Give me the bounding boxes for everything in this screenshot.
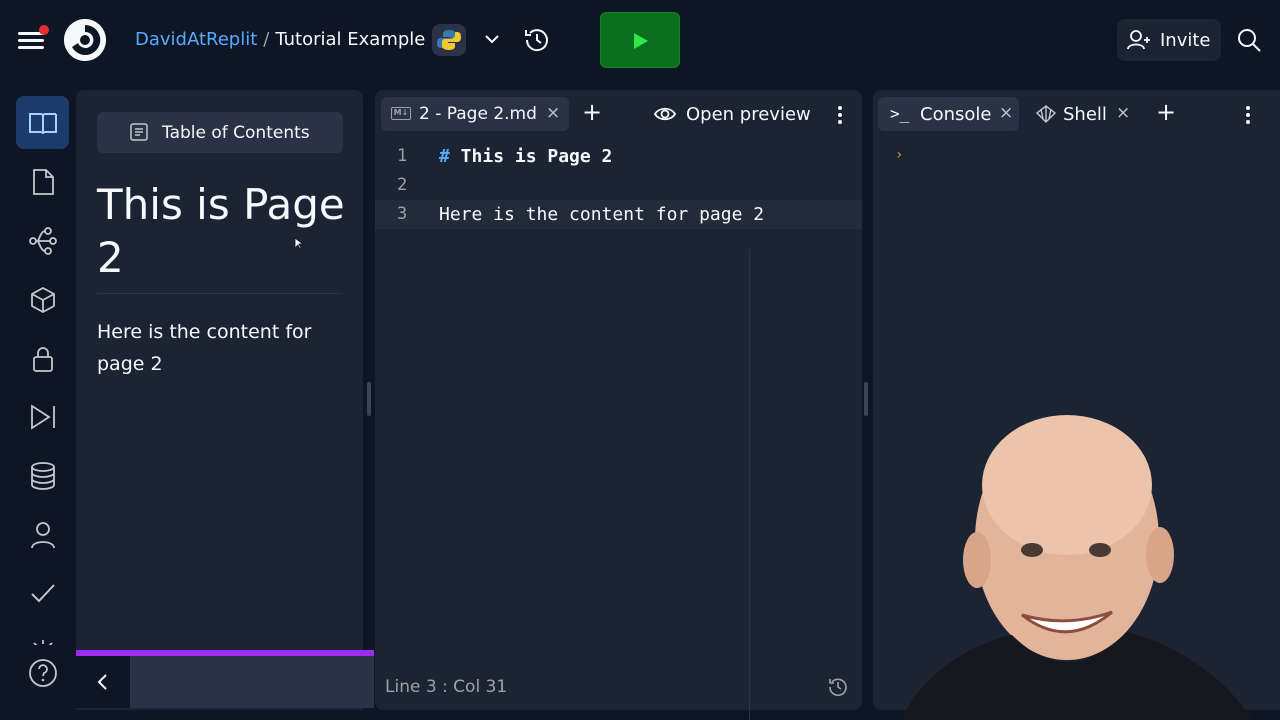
menu-icon[interactable] xyxy=(18,25,49,52)
sidebar-item-help[interactable] xyxy=(16,646,69,699)
debugger-icon xyxy=(31,404,55,430)
sidebar-item-database[interactable] xyxy=(16,449,69,502)
invite-button[interactable]: Invite xyxy=(1117,19,1221,61)
doc-paragraph: Here is the content for page 2 xyxy=(97,321,312,375)
line-number: 3 xyxy=(397,204,408,224)
sidebar-item-debugger[interactable] xyxy=(16,390,69,443)
line-text: This is Page 2 xyxy=(449,146,613,167)
shell-icon xyxy=(1036,105,1056,123)
code-line: 1 # This is Page 2 xyxy=(375,142,862,171)
close-tab-icon[interactable]: × xyxy=(546,103,560,123)
add-user-icon xyxy=(1127,30,1150,50)
heading-marker: # xyxy=(439,146,450,167)
lock-icon xyxy=(33,347,53,372)
invite-label: Invite xyxy=(1160,30,1211,51)
history-icon[interactable] xyxy=(827,676,849,702)
history-icon[interactable] xyxy=(522,25,552,55)
sidebar-item-docs[interactable] xyxy=(16,96,69,149)
code-line: 2 xyxy=(375,171,862,200)
shell-tab-label: Shell xyxy=(1063,104,1107,125)
editor-panel: M↓ 2 - Page 2.md × + Open preview 1 # Th… xyxy=(375,90,862,720)
sidebar-item-checks[interactable] xyxy=(16,566,69,619)
eye-icon xyxy=(654,107,676,121)
new-tab-button[interactable]: + xyxy=(1156,100,1176,124)
sidebar-item-git[interactable] xyxy=(16,214,69,267)
line-number: 1 xyxy=(397,146,408,166)
editor-more-icon[interactable] xyxy=(838,106,842,124)
run-button[interactable] xyxy=(600,12,680,68)
divider xyxy=(97,293,342,294)
breadcrumb-separator: / xyxy=(263,29,270,50)
docs-panel: Table of Contents This is Page 2 Here is… xyxy=(76,90,363,710)
collapse-button[interactable] xyxy=(76,656,130,708)
toc-label: Table of Contents xyxy=(162,123,310,143)
markdown-icon: M↓ xyxy=(391,107,411,120)
breadcrumb: DavidAtReplit / Tutorial Example xyxy=(135,29,425,50)
sidebar-item-packages[interactable] xyxy=(16,273,69,326)
close-tab-icon[interactable]: × xyxy=(1116,103,1130,123)
play-icon xyxy=(634,33,648,49)
doc-heading: This is Page 2 xyxy=(97,180,345,282)
code-line-active: 3 Here is the content for page 2 xyxy=(375,200,862,229)
help-icon xyxy=(29,659,57,687)
breadcrumb-user[interactable]: DavidAtReplit xyxy=(135,29,257,50)
sidebar-item-secrets[interactable] xyxy=(16,332,69,385)
new-tab-button[interactable]: + xyxy=(582,100,602,124)
editor-tab-bar: M↓ 2 - Page 2.md × + Open preview xyxy=(375,90,862,138)
database-icon xyxy=(31,462,55,490)
icon-sidebar xyxy=(0,90,76,720)
tab-page-2-md[interactable]: M↓ 2 - Page 2.md × xyxy=(381,97,569,131)
breadcrumb-repl-name[interactable]: Tutorial Example xyxy=(275,29,425,50)
git-icon xyxy=(29,227,57,255)
sidebar-item-files[interactable] xyxy=(16,155,69,208)
chevron-down-icon[interactable] xyxy=(482,28,502,50)
mouse-cursor-icon xyxy=(294,236,305,255)
tab-label: 2 - Page 2.md xyxy=(419,104,537,124)
line-text: Here is the content for page 2 xyxy=(439,204,765,225)
console-prompt: › xyxy=(895,147,904,163)
notification-dot xyxy=(39,25,49,35)
chevron-left-icon xyxy=(97,674,107,690)
terminal-icon: >_ xyxy=(890,104,910,123)
docs-icon xyxy=(29,113,57,135)
checkmark-icon xyxy=(31,584,55,603)
close-tab-icon[interactable]: × xyxy=(999,103,1013,123)
presenter-webcam xyxy=(862,400,1280,720)
line-number: 2 xyxy=(397,175,408,195)
console-tab-label: Console xyxy=(920,104,992,125)
docs-footer xyxy=(76,656,374,708)
cursor-position-status: Line 3 : Col 31 xyxy=(385,677,508,697)
settings-icon xyxy=(33,640,53,645)
indent-guide xyxy=(749,250,750,720)
footer-area xyxy=(130,656,374,708)
console-more-icon[interactable] xyxy=(1246,106,1250,124)
list-icon xyxy=(130,123,148,141)
sidebar-item-user[interactable] xyxy=(16,508,69,561)
packages-icon xyxy=(31,286,55,314)
code-area[interactable]: 1 # This is Page 2 2 3 Here is the conte… xyxy=(375,142,862,229)
sidebar-item-settings[interactable] xyxy=(16,625,69,645)
search-icon[interactable] xyxy=(1236,27,1262,57)
resize-handle[interactable] xyxy=(367,382,371,416)
files-icon xyxy=(33,169,54,195)
table-of-contents-button[interactable]: Table of Contents xyxy=(97,112,343,153)
python-icon[interactable] xyxy=(432,24,466,56)
top-bar: DavidAtReplit / Tutorial Example Invite xyxy=(0,0,1280,80)
open-preview-label: Open preview xyxy=(686,104,811,125)
tab-console[interactable]: >_ Console × xyxy=(878,97,1019,131)
replit-logo[interactable] xyxy=(64,19,106,61)
user-icon xyxy=(31,522,55,549)
